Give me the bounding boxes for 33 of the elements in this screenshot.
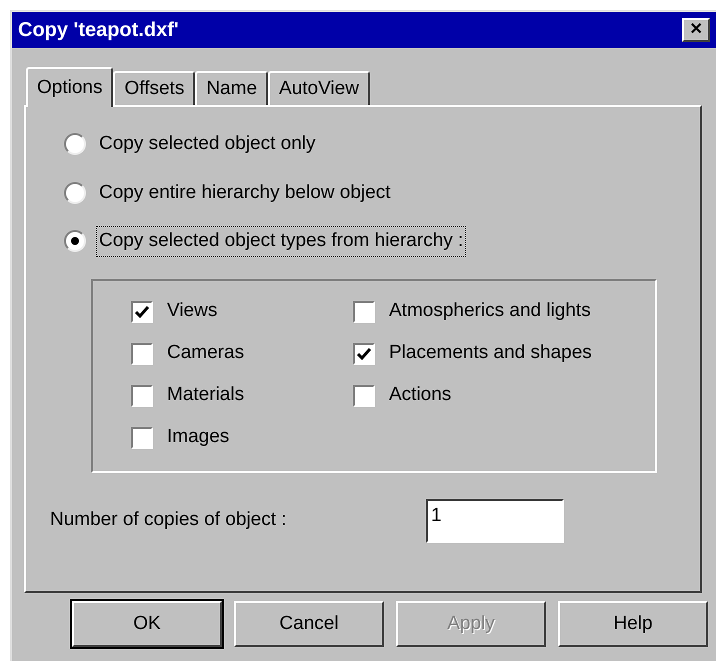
checkbox[interactable] (353, 300, 375, 322)
copies-input[interactable]: 1 (426, 498, 564, 542)
checkbox-label: Actions (389, 383, 452, 408)
tab[interactable]: AutoView (268, 71, 370, 105)
checkmark-icon (135, 306, 149, 318)
dialog-button[interactable]: Help (558, 601, 708, 647)
tab[interactable]: Offsets (113, 71, 196, 105)
checkbox-label: Cameras (167, 341, 244, 366)
copies-label: Number of copies of object : (50, 508, 288, 532)
checkbox[interactable] (353, 342, 375, 364)
checkmark-icon (357, 348, 371, 360)
checkbox-label: Atmospherics and lights (389, 299, 591, 324)
checkbox-label: Images (167, 425, 230, 450)
tab[interactable]: Name (195, 71, 268, 105)
radio-label: Copy selected object types from hierarchy : (96, 226, 466, 256)
dialog-button[interactable]: Cancel (234, 601, 384, 647)
checkbox-label: Views (167, 299, 218, 324)
checkbox-label: Placements and shapes (389, 341, 592, 366)
checkbox[interactable] (131, 384, 153, 406)
checkbox[interactable] (353, 384, 375, 406)
radio-button[interactable] (64, 133, 86, 156)
close-button[interactable]: ✕ (682, 18, 710, 42)
radio-label: Copy entire hierarchy below object (98, 180, 392, 204)
dialog-button[interactable]: OK (72, 601, 222, 647)
window-title: Copy 'teapot.dxf' (18, 18, 179, 43)
radio-label: Copy selected object only (98, 132, 317, 156)
radio-button[interactable] (64, 182, 86, 204)
tab[interactable]: Options (26, 67, 114, 107)
checkbox[interactable] (131, 342, 153, 364)
checkbox-label: Materials (167, 383, 244, 408)
checkbox[interactable] (131, 300, 153, 322)
checkbox[interactable] (131, 426, 153, 448)
radio-button[interactable] (64, 230, 86, 252)
